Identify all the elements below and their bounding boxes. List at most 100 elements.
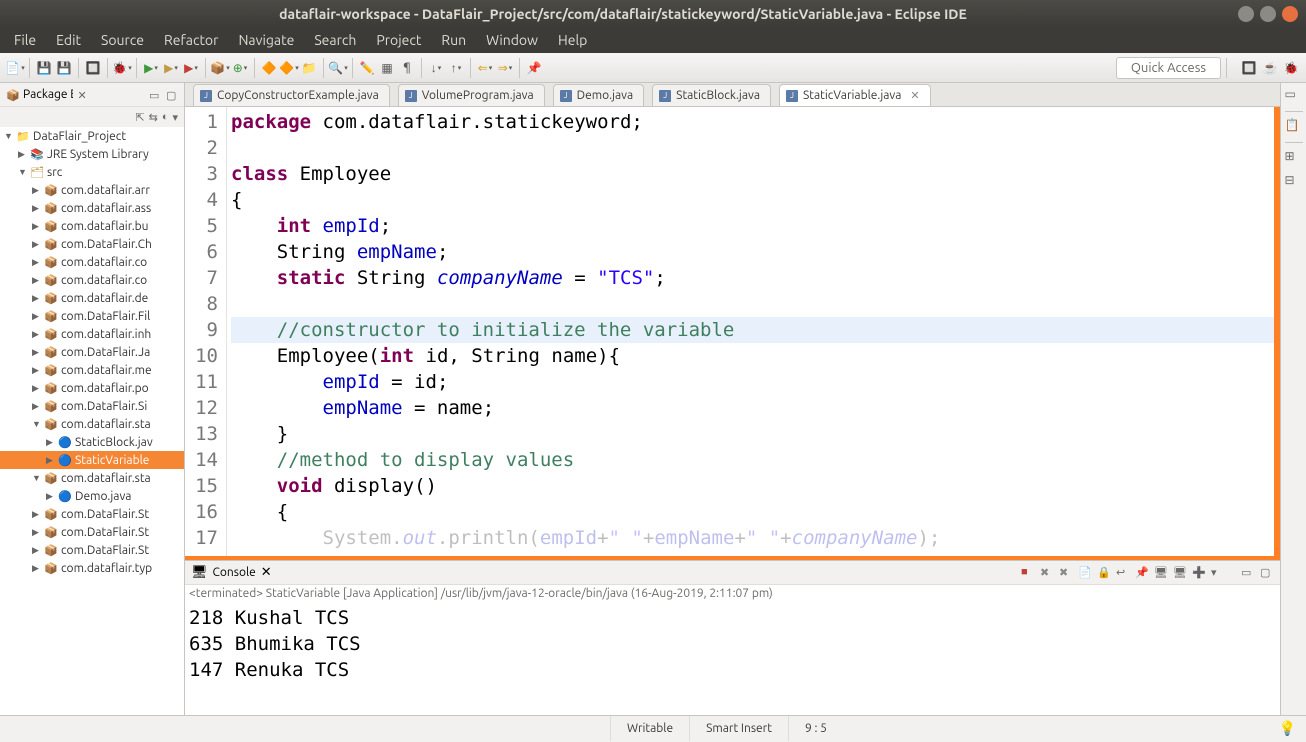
tree-node[interactable]: ▶📦com.dataflair.arr <box>0 181 184 199</box>
editor-code-area[interactable]: package com.dataflair.statickeyword; cla… <box>227 107 1280 556</box>
minimize-console-icon[interactable]: ▭ <box>1241 566 1255 580</box>
pin-editor-button[interactable]: 📌 <box>525 59 543 77</box>
tree-node[interactable]: ▼🗂src <box>0 163 184 181</box>
console-menu-icon[interactable]: ▾ <box>1211 566 1225 580</box>
menu-source[interactable]: Source <box>91 32 154 48</box>
next-annotation-button[interactable]: ↓ <box>427 59 445 77</box>
tree-node[interactable]: ▶📦com.DataFlair.St <box>0 505 184 523</box>
debug-perspective-button-2[interactable]: 🐞 <box>1282 59 1300 77</box>
menu-edit[interactable]: Edit <box>46 32 91 48</box>
link-editor-icon[interactable]: ⇆ <box>149 111 158 124</box>
remove-launch-button[interactable]: ✖ <box>1040 566 1054 580</box>
task-list-icon[interactable]: 📋 <box>1285 118 1303 136</box>
display-selected-button[interactable]: 🖥 <box>1154 566 1168 580</box>
menu-help[interactable]: Help <box>548 32 597 48</box>
java-perspective-button[interactable]: ☕ <box>1261 59 1279 77</box>
tree-node[interactable]: ▶🔵StaticBlock.jav <box>0 433 184 451</box>
tree-node[interactable]: ▶📦com.dataflair.de <box>0 289 184 307</box>
menu-run[interactable]: Run <box>431 32 476 48</box>
console-output[interactable]: 218 Kushal TCS 635 Bhumika TCS 147 Renuk… <box>185 603 1280 715</box>
toggle-block-button[interactable]: ▦ <box>378 59 396 77</box>
new-type-button[interactable]: ⊕ <box>231 59 249 77</box>
minimize-view-icon[interactable]: ▭ <box>149 89 161 101</box>
tree-node[interactable]: ▶📦com.dataflair.me <box>0 361 184 379</box>
switch-editor-button[interactable]: 🔲 <box>84 59 102 77</box>
prev-annotation-button[interactable]: ↑ <box>447 59 465 77</box>
tree-node[interactable]: ▶📦com.DataFlair.St <box>0 523 184 541</box>
open-type-button[interactable]: 🔶 <box>260 59 278 77</box>
tree-node[interactable]: ▼📦com.dataflair.sta <box>0 415 184 433</box>
hierarchy-icon[interactable]: ⊟ <box>1285 173 1303 191</box>
menu-file[interactable]: File <box>4 32 46 48</box>
menu-refactor[interactable]: Refactor <box>154 32 228 48</box>
package-tree[interactable]: ▼📁DataFlair_Project▶📚JRE System Library▼… <box>0 127 184 715</box>
collapse-all-icon[interactable]: ⇱ <box>135 111 144 124</box>
menu-project[interactable]: Project <box>366 32 431 48</box>
tree-node[interactable]: ▶📦com.DataFlair.Si <box>0 397 184 415</box>
menu-search[interactable]: Search <box>304 32 366 48</box>
tip-bulb-icon[interactable]: 💡 <box>1269 720 1306 737</box>
quick-access-input[interactable]: Quick Access <box>1116 57 1221 79</box>
outline-icon[interactable]: ⊞ <box>1285 149 1303 167</box>
window-minimize-button[interactable] <box>1238 6 1254 22</box>
editor-tab[interactable]: JVolumeProgram.java <box>398 84 545 106</box>
run-button[interactable]: ▶ <box>142 59 160 77</box>
new-class-button[interactable]: 🔶 <box>280 59 298 77</box>
tree-node[interactable]: ▶📦com.dataflair.bu <box>0 217 184 235</box>
restore-view-icon[interactable]: ▭ <box>1285 87 1303 105</box>
back-button[interactable]: ⇐ <box>476 59 494 77</box>
focus-task-icon[interactable]: ◐ <box>162 111 169 123</box>
clear-console-button[interactable]: 📄 <box>1078 566 1092 580</box>
tree-node[interactable]: ▶📦com.DataFlair.Ch <box>0 235 184 253</box>
maximize-console-icon[interactable]: ▢ <box>1260 566 1274 580</box>
close-console-tab-icon[interactable]: ✕ <box>261 565 272 580</box>
run-last-button[interactable]: ▶ <box>182 59 200 77</box>
save-all-button[interactable]: 💾 <box>55 59 73 77</box>
menu-navigate[interactable]: Navigate <box>228 32 304 48</box>
coverage-button[interactable]: ▶ <box>162 59 180 77</box>
editor-tab[interactable]: JDemo.java <box>553 84 644 106</box>
show-whitespace-button[interactable]: ¶ <box>398 59 416 77</box>
tree-node[interactable]: ▼📁DataFlair_Project <box>0 127 184 145</box>
tree-node[interactable]: ▼📦com.dataflair.sta <box>0 469 184 487</box>
remove-all-button[interactable]: ✖ <box>1059 566 1073 580</box>
debug-perspective-button[interactable]: 🐞 <box>113 59 131 77</box>
maximize-view-icon[interactable]: ▢ <box>166 89 178 101</box>
new-console-button[interactable]: ➕ <box>1192 566 1206 580</box>
menu-window[interactable]: Window <box>476 32 548 48</box>
toggle-mark-button[interactable]: ✏️ <box>358 59 376 77</box>
editor-tab[interactable]: JStaticBlock.java <box>652 84 771 106</box>
tree-node[interactable]: ▶📦com.dataflair.co <box>0 271 184 289</box>
scroll-lock-button[interactable]: 🔒 <box>1097 566 1111 580</box>
close-tab-icon[interactable]: ✕ <box>910 89 919 102</box>
editor-tab[interactable]: JCopyConstructorExample.java <box>193 84 390 106</box>
tree-node[interactable]: ▶📦com.DataFlair.Ja <box>0 343 184 361</box>
editor-tab[interactable]: JStaticVariable.java✕ <box>779 84 931 106</box>
tree-node[interactable]: ▶📦com.dataflair.inh <box>0 325 184 343</box>
code-editor[interactable]: 1234567891011121314151617 package com.da… <box>185 107 1280 556</box>
open-perspective-button[interactable]: 🔲 <box>1240 59 1258 77</box>
open-console-button[interactable]: 🖥 <box>1173 566 1187 580</box>
open-task-button[interactable]: 📁 <box>300 59 318 77</box>
new-package-button[interactable]: 📦 <box>211 59 229 77</box>
window-maximize-button[interactable] <box>1260 6 1276 22</box>
tree-node[interactable]: ▶📦com.dataflair.po <box>0 379 184 397</box>
tree-node[interactable]: ▶📦com.DataFlair.St <box>0 541 184 559</box>
save-button[interactable]: 💾 <box>35 59 53 77</box>
forward-button[interactable]: ⇒ <box>496 59 514 77</box>
tree-node[interactable]: ▶🔵Demo.java <box>0 487 184 505</box>
close-view-icon[interactable]: ✕ <box>78 89 90 101</box>
tree-node[interactable]: ▶🔵StaticVariable <box>0 451 184 469</box>
new-button[interactable]: 📄 <box>6 59 24 77</box>
tree-node[interactable]: ▶📦com.dataflair.ass <box>0 199 184 217</box>
terminate-button[interactable]: ■ <box>1021 566 1035 580</box>
view-menu-icon[interactable]: ▾ <box>172 111 178 124</box>
tree-node[interactable]: ▶📦com.dataflair.typ <box>0 559 184 577</box>
window-close-button[interactable] <box>1282 6 1298 22</box>
tree-node[interactable]: ▶📦com.DataFlair.Fil <box>0 307 184 325</box>
word-wrap-button[interactable]: ↩ <box>1116 566 1130 580</box>
tree-node[interactable]: ▶📚JRE System Library <box>0 145 184 163</box>
pin-console-button[interactable]: 📌 <box>1135 566 1149 580</box>
search-button[interactable]: 🔍 <box>329 59 347 77</box>
tree-node[interactable]: ▶📦com.dataflair.co <box>0 253 184 271</box>
